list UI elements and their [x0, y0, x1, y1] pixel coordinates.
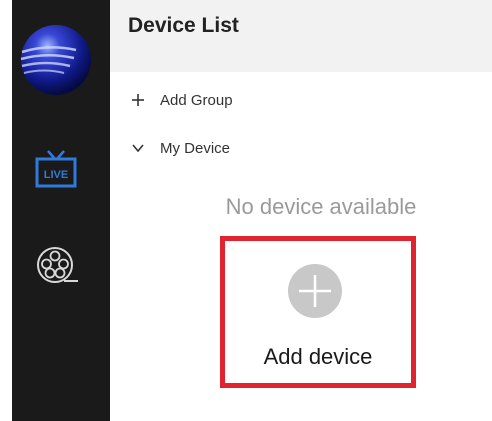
- plus-icon: [130, 92, 146, 108]
- live-tv-icon[interactable]: LIVE: [34, 148, 78, 190]
- sidebar: LIVE: [12, 0, 110, 421]
- chevron-down-icon: [130, 140, 146, 156]
- add-device-button[interactable]: Add device: [220, 236, 416, 388]
- header: Device List: [110, 0, 492, 72]
- add-circle-icon: [287, 263, 343, 319]
- globe-logo-icon[interactable]: [18, 22, 94, 98]
- add-group-button[interactable]: Add Group: [130, 88, 233, 112]
- page-title: Device List: [128, 14, 239, 37]
- add-device-label: Add device: [263, 344, 373, 369]
- app-window: LIVE Device List Add Group My Device No …: [0, 0, 492, 421]
- live-label: LIVE: [44, 169, 68, 181]
- my-device-label: My Device: [160, 139, 231, 157]
- main-panel: Device List Add Group My Device No devic…: [110, 0, 492, 421]
- empty-state-message: No device available: [225, 194, 417, 219]
- film-reel-icon[interactable]: [34, 244, 80, 290]
- add-group-label: Add Group: [160, 91, 233, 109]
- my-device-group[interactable]: My Device: [130, 136, 230, 160]
